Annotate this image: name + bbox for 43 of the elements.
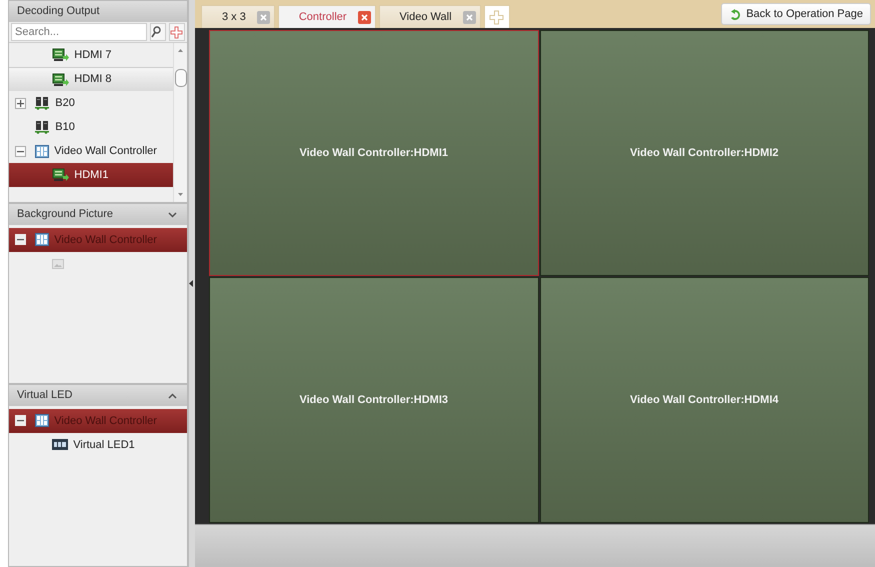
search-icon xyxy=(150,26,161,38)
grid-icon xyxy=(34,414,49,428)
server-icon xyxy=(34,120,50,134)
plus-icon xyxy=(170,26,183,38)
scroll-up-icon xyxy=(178,49,183,52)
output-icon xyxy=(52,48,69,62)
close-icon xyxy=(256,10,270,24)
output-icon xyxy=(52,72,69,86)
tree-item[interactable]: HDMI1 xyxy=(9,163,173,187)
tree-item[interactable]: HDMI 8 xyxy=(9,67,173,91)
search-field[interactable]: Search... xyxy=(11,23,147,41)
tree-item[interactable]: HDMI 7 xyxy=(9,43,173,67)
return-icon xyxy=(728,8,741,20)
tree-item[interactable]: B20 xyxy=(9,91,173,115)
back-button[interactable]: Back to Operation Page xyxy=(720,3,871,25)
scroll-thumb[interactable] xyxy=(175,68,187,86)
grid-icon xyxy=(34,144,49,158)
wall-window[interactable]: Video Wall Controller:HDMI2 xyxy=(540,30,869,276)
led-icon xyxy=(52,439,68,450)
wall-window[interactable]: Video Wall Controller:HDMI4 xyxy=(540,277,869,523)
grid-icon xyxy=(34,233,49,246)
server-icon xyxy=(34,96,50,110)
plus-icon xyxy=(17,100,24,106)
tab[interactable]: Controller xyxy=(278,5,376,28)
tree-item[interactable]: Virtual LED1 xyxy=(9,432,187,457)
wall-window[interactable]: Video Wall Controller:HDMI3 xyxy=(209,277,538,523)
tree-item[interactable]: Video Wall Controller xyxy=(9,139,173,163)
tab[interactable]: Video Wall xyxy=(378,5,481,28)
expand-toggle[interactable] xyxy=(15,98,26,108)
collapse-toggle[interactable] xyxy=(15,146,26,156)
collapse-arrow-icon xyxy=(189,280,194,287)
tab[interactable]: 3 x 3 xyxy=(201,5,275,28)
scrollbar[interactable] xyxy=(173,43,187,202)
close-icon xyxy=(462,10,476,24)
wall-window[interactable]: Video Wall Controller:HDMI1 xyxy=(209,30,538,276)
search-button[interactable] xyxy=(150,23,166,41)
close-icon xyxy=(358,10,371,24)
output-icon xyxy=(52,168,69,182)
scroll-down-icon xyxy=(178,193,183,196)
plus-icon xyxy=(489,10,504,24)
tree-item[interactable]: B10 xyxy=(9,115,173,139)
image-icon xyxy=(52,258,64,269)
add-button[interactable] xyxy=(168,23,185,41)
